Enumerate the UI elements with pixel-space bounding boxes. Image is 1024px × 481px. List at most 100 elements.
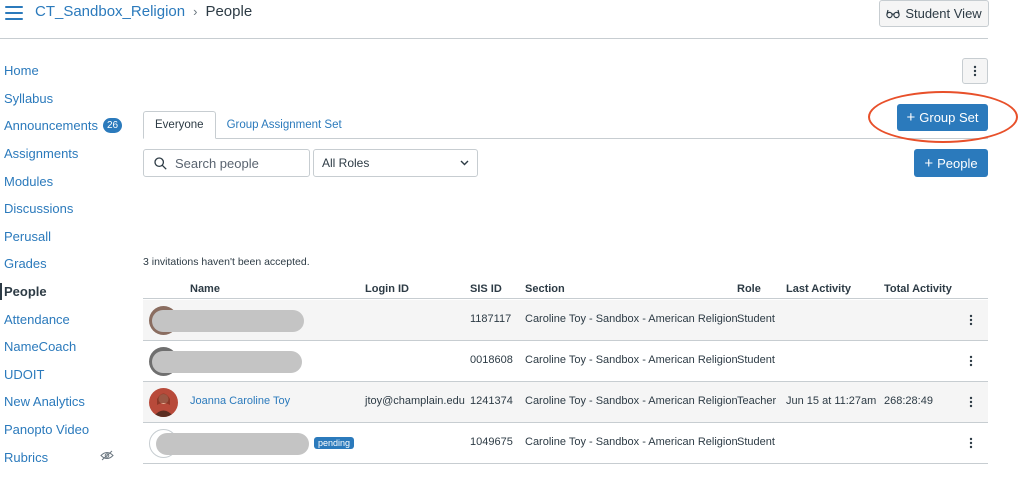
chevron-down-icon xyxy=(460,160,469,166)
add-group-set-button[interactable]: + Group Set xyxy=(897,104,988,131)
role: Student xyxy=(737,354,775,366)
sidebar-item-label: Assignments xyxy=(4,146,79,162)
sidebar-item-attendance[interactable]: Attendance xyxy=(0,305,125,333)
tab-group-assignment-set[interactable]: Group Assignment Set xyxy=(216,111,353,139)
people-label: People xyxy=(937,155,978,171)
sidebar-item-label: Grades xyxy=(4,256,47,272)
sidebar-item-rubrics[interactable]: Rubrics xyxy=(0,443,125,471)
eye-slash-icon xyxy=(100,450,114,461)
plus-icon: + xyxy=(906,109,916,126)
total-activity: 268:28:49 xyxy=(884,395,933,407)
table-row: pending 1049675 Caroline Toy - Sandbox -… xyxy=(143,423,988,464)
tabs-divider xyxy=(143,138,988,139)
people-tabs: Everyone Group Assignment Set xyxy=(143,111,353,139)
plus-icon: + xyxy=(924,154,934,172)
section: Caroline Toy - Sandbox - American Religi… xyxy=(525,395,738,407)
table-row: 0018608 Caroline Toy - Sandbox - America… xyxy=(143,341,988,382)
last-activity: Jun 15 at 11:27am xyxy=(786,395,877,407)
add-people-button[interactable]: + People xyxy=(914,149,988,177)
sis-id: 0018608 xyxy=(470,354,513,366)
sidebar-item-new-analytics[interactable]: New Analytics xyxy=(0,388,125,416)
search-icon xyxy=(154,156,167,170)
group-set-label: Group Set xyxy=(919,110,979,125)
login-id: jtoy@champlain.edu xyxy=(365,395,465,407)
sidebar-item-people[interactable]: People xyxy=(0,278,125,306)
sidebar-item-label: Syllabus xyxy=(4,90,54,106)
column-header-section[interactable]: Section xyxy=(525,283,565,295)
sidebar-item-label: Attendance xyxy=(4,311,70,327)
sidebar-item-udoit[interactable]: UDOIT xyxy=(0,361,125,389)
row-options-button[interactable] xyxy=(965,393,977,411)
row-options-button[interactable] xyxy=(965,311,977,329)
column-header-sis-id[interactable]: SIS ID xyxy=(470,283,502,295)
sidebar-item-label: Rubrics xyxy=(4,449,49,465)
sidebar-item-panopto-video[interactable]: Panopto Video xyxy=(0,416,125,444)
page-options-button[interactable] xyxy=(962,58,988,84)
sidebar-item-label: UDOIT xyxy=(4,366,45,382)
column-header-last-activity[interactable]: Last Activity xyxy=(786,283,851,295)
sidebar-item-perusall[interactable]: Perusall xyxy=(0,223,125,251)
course-navigation: Home Syllabus Announcements 26 Assignment… xyxy=(0,57,125,471)
kebab-icon xyxy=(969,396,973,408)
redacted-name xyxy=(156,433,309,455)
sis-id: 1241374 xyxy=(470,395,513,407)
search-people-field[interactable] xyxy=(143,149,310,177)
sidebar-item-namecoach[interactable]: NameCoach xyxy=(0,333,125,361)
user-name-link[interactable]: Joanna Caroline Toy xyxy=(190,395,290,407)
breadcrumb-course-link[interactable]: CT_Sandbox_Religion xyxy=(35,3,185,20)
roles-selected-value: All Roles xyxy=(322,156,370,170)
sidebar-item-discussions[interactable]: Discussions xyxy=(0,195,125,223)
table-row: Joanna Caroline Toy jtoy@champlain.edu 1… xyxy=(143,382,988,423)
role: Teacher xyxy=(737,395,777,407)
student-view-label: Student View xyxy=(905,6,982,21)
student-view-button[interactable]: Student View xyxy=(879,0,989,27)
sidebar-item-modules[interactable]: Modules xyxy=(0,167,125,195)
breadcrumb: CT_Sandbox_Religion › People xyxy=(35,3,252,20)
column-header-login-id[interactable]: Login ID xyxy=(365,283,409,295)
sidebar-item-label: NameCoach xyxy=(4,339,77,355)
kebab-icon xyxy=(969,314,973,326)
breadcrumb-separator: › xyxy=(193,4,198,19)
role: Student xyxy=(737,436,775,448)
sidebar-item-label: Home xyxy=(4,63,39,79)
sidebar-item-grades[interactable]: Grades xyxy=(0,250,125,278)
row-options-button[interactable] xyxy=(965,352,977,370)
section: Caroline Toy - Sandbox - American Religi… xyxy=(525,354,738,366)
pending-badge: pending xyxy=(314,437,355,449)
sidebar-item-label: Announcements xyxy=(4,118,98,134)
header-divider xyxy=(0,38,988,39)
pending-invitations-notice: 3 invitations haven't been accepted. xyxy=(143,256,310,268)
sidebar-item-label: Perusall xyxy=(4,228,51,244)
redacted-name xyxy=(152,351,302,373)
glasses-icon xyxy=(886,9,901,18)
sidebar-item-syllabus[interactable]: Syllabus xyxy=(0,85,125,113)
column-header-total-activity[interactable]: Total Activity xyxy=(884,283,952,295)
sidebar-item-assignments[interactable]: Assignments xyxy=(0,140,125,168)
announcements-count-badge: 26 xyxy=(102,118,123,134)
sis-id: 1187117 xyxy=(470,313,512,325)
kebab-icon xyxy=(969,355,973,367)
sidebar-item-label: Modules xyxy=(4,173,54,189)
sis-id: 1049675 xyxy=(470,436,513,448)
roles-select[interactable]: All Roles xyxy=(313,149,478,177)
sidebar-item-label: Discussions xyxy=(4,201,74,217)
kebab-icon xyxy=(973,65,977,77)
column-header-role[interactable]: Role xyxy=(737,283,761,295)
hamburger-menu-icon[interactable] xyxy=(5,6,23,20)
roster-table-header: Name Login ID SIS ID Section Role Last A… xyxy=(143,281,988,299)
table-row: 1187117 Caroline Toy - Sandbox - America… xyxy=(143,300,988,341)
sidebar-item-home[interactable]: Home xyxy=(0,57,125,85)
sidebar-item-label: New Analytics xyxy=(4,394,85,410)
avatar[interactable] xyxy=(149,388,178,417)
search-people-input[interactable] xyxy=(175,155,295,171)
column-header-name[interactable]: Name xyxy=(190,283,220,295)
breadcrumb-current: People xyxy=(205,3,253,20)
tab-everyone[interactable]: Everyone xyxy=(143,111,216,139)
section: Caroline Toy - Sandbox - American Religi… xyxy=(525,313,738,325)
user-photo-icon xyxy=(153,393,174,417)
redacted-name xyxy=(152,310,304,332)
sidebar-item-announcements[interactable]: Announcements 26 xyxy=(0,112,125,140)
row-options-button[interactable] xyxy=(965,434,977,452)
section: Caroline Toy - Sandbox - American Religi… xyxy=(525,436,738,448)
sidebar-item-label: People xyxy=(4,284,47,300)
